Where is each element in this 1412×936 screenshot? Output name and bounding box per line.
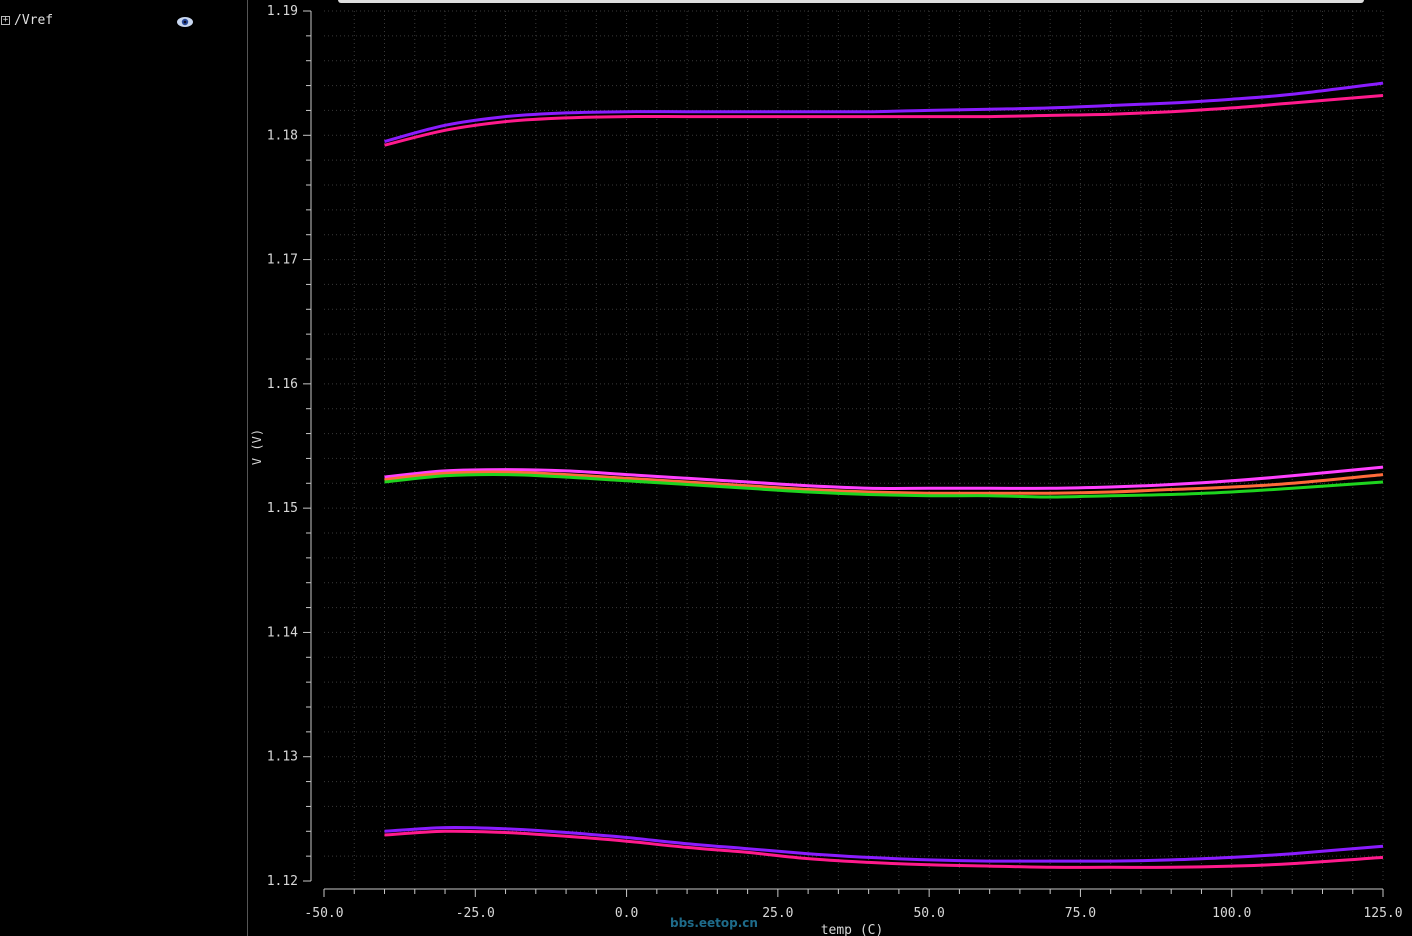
watermark: bbs.eetop.cn: [670, 916, 758, 930]
series-line-2[interactable]: [384, 94, 1384, 147]
grid: [324, 10, 1384, 881]
x-axis-label: temp (C): [821, 923, 884, 936]
y-tick-label: 1.14: [267, 625, 298, 640]
y-tick-label: 1.18: [267, 128, 298, 143]
y-tick-label: 1.17: [267, 253, 298, 268]
x-tick-label: -50.0: [304, 906, 343, 921]
x-tick-label: 0.0: [615, 906, 638, 921]
series-line-7[interactable]: [384, 829, 1384, 869]
y-tick-label: 1.15: [267, 501, 298, 516]
y-tick-label: 1.19: [267, 4, 298, 19]
x-tick-label: 25.0: [762, 906, 793, 921]
x-tick-label: 50.0: [913, 906, 944, 921]
series-group: [384, 81, 1384, 869]
x-tick-label: -25.0: [456, 906, 495, 921]
series-line-1[interactable]: [384, 81, 1384, 143]
x-tick-label: 75.0: [1065, 906, 1096, 921]
x-tick-label: 100.0: [1212, 906, 1251, 921]
series-line-3[interactable]: [384, 465, 1384, 490]
y-tick-label: 1.16: [267, 377, 298, 392]
waveform-chart: 1.12 1.13 1.14 1.15 1.16 1.17 1.18 1.19 -50.0 -25…: [250, 4, 1403, 936]
y-axis-label: V (V): [250, 429, 264, 465]
series-line-6[interactable]: [384, 825, 1384, 863]
y-tick-label: 1.12: [267, 874, 298, 889]
y-tick-label: 1.13: [267, 750, 298, 765]
x-tick-label: 125.0: [1363, 906, 1402, 921]
